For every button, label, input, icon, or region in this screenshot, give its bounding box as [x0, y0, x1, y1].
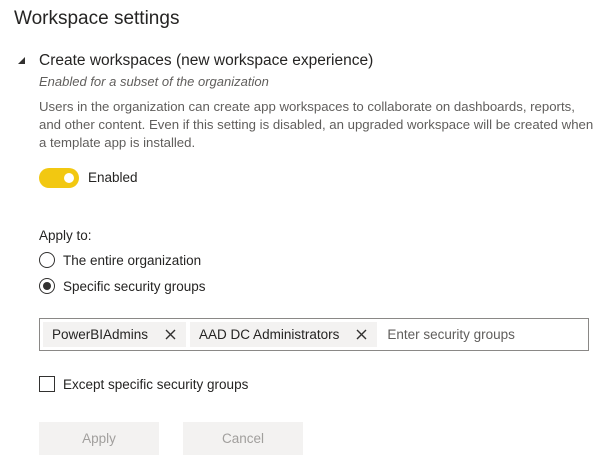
except-security-groups-checkbox-row[interactable]: Except specific security groups [39, 376, 248, 392]
section-collapse-toggle[interactable] [18, 52, 28, 66]
section-title: Create workspaces (new workspace experie… [39, 52, 374, 69]
page-title: Workspace settings [14, 8, 180, 29]
security-group-tag: AAD DC Administrators [190, 322, 378, 347]
toggle-knob [64, 173, 74, 183]
checkbox-label: Except specific security groups [63, 376, 249, 392]
security-groups-input[interactable] [381, 322, 588, 347]
except-security-groups-checkbox[interactable] [39, 376, 55, 392]
radio-label: The entire organization [63, 252, 202, 268]
section-description: Users in the organization can create app… [39, 99, 594, 150]
radio-label: Specific security groups [63, 278, 206, 294]
close-icon [356, 329, 367, 340]
remove-tag-button[interactable] [160, 325, 180, 345]
cancel-button[interactable]: Cancel [183, 422, 303, 455]
tag-label: PowerBIAdmins [52, 327, 149, 342]
enabled-toggle[interactable] [39, 168, 79, 188]
apply-to-label: Apply to: [39, 228, 92, 243]
security-groups-picker[interactable]: PowerBIAdmins AAD DC Administrators [39, 318, 589, 351]
close-icon [165, 329, 176, 340]
triangle-down-icon [18, 57, 25, 64]
radio-entire-organization[interactable]: The entire organization [39, 252, 201, 268]
remove-tag-button[interactable] [351, 325, 371, 345]
section-subtitle: Enabled for a subset of the organization [39, 74, 269, 89]
radio-button[interactable] [39, 252, 55, 268]
radio-specific-security-groups[interactable]: Specific security groups [39, 278, 206, 294]
toggle-label: Enabled [88, 170, 138, 185]
radio-button[interactable] [39, 278, 55, 294]
security-group-tag: PowerBIAdmins [43, 322, 187, 347]
apply-button[interactable]: Apply [39, 422, 159, 455]
tag-label: AAD DC Administrators [199, 327, 340, 342]
